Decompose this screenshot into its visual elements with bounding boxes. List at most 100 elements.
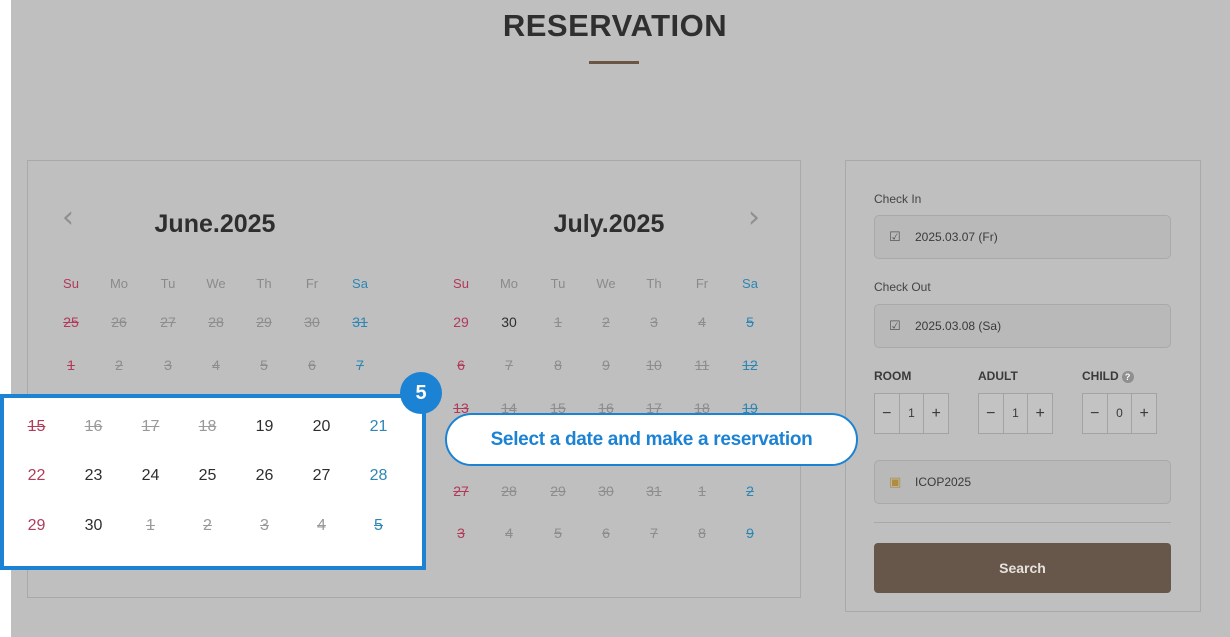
promo-code-value: ICOP2025 (915, 475, 972, 489)
calendar-day: 11 (694, 357, 710, 373)
calendar-day: 17 (141, 418, 160, 435)
calendar-day[interactable]: 21 (350, 418, 407, 436)
child-decrement-button[interactable]: − (1083, 394, 1107, 433)
calendar-day: 30 (598, 483, 614, 499)
calendar-day[interactable]: 26 (236, 467, 293, 485)
calendar-day: 9 (602, 357, 610, 373)
chevron-right-icon[interactable]: › (748, 203, 760, 233)
calendar-day: 15 (27, 418, 46, 435)
adult-increment-button[interactable]: + (1028, 394, 1052, 433)
month-title-july: July.2025 (553, 210, 665, 238)
calendar-day[interactable]: 22 (8, 467, 65, 485)
calendar-day: 29 (550, 483, 566, 499)
weekday-header: Mo (499, 276, 519, 291)
calendar-day[interactable]: 19 (236, 418, 293, 436)
calendar-day: 4 (212, 357, 220, 373)
weekday-header: Th (646, 276, 662, 291)
title-underline (589, 61, 639, 64)
calendar-day: 5 (746, 314, 754, 330)
room-increment-button[interactable]: + (924, 394, 948, 433)
calendar-day[interactable]: 30 (65, 517, 122, 535)
calendar-day: 2 (203, 517, 212, 534)
calendar-day: 3 (164, 357, 172, 373)
calendar-day: 26 (111, 314, 127, 330)
calendar-day[interactable]: 20 (293, 418, 350, 436)
check-in-field[interactable]: ☑ 2025.03.07 (Fr) (874, 215, 1171, 259)
calendar-day: 27 (453, 483, 469, 499)
calendar-day: 31 (646, 483, 662, 499)
weekday-header: Sa (352, 276, 368, 291)
instruction-callout: Select a date and make a reservation (445, 413, 858, 466)
adult-value: 1 (1002, 394, 1029, 433)
calendar-day[interactable]: 28 (350, 467, 407, 485)
calendar-day: 3 (650, 314, 658, 330)
chevron-left-icon[interactable]: ‹ (62, 203, 74, 233)
promo-code-field[interactable]: ▣ ICOP2025 (874, 460, 1171, 504)
calendar-day: 3 (457, 525, 465, 541)
calendar-day: 6 (602, 525, 610, 541)
weekday-header: Mo (109, 276, 129, 291)
calendar-day: 6 (457, 357, 465, 373)
calendar-day: 7 (505, 357, 513, 373)
check-out-field[interactable]: ☑ 2025.03.08 (Sa) (874, 304, 1171, 348)
calendar-day[interactable]: 30 (485, 314, 533, 330)
calendar-icon: ☑ (889, 318, 901, 333)
adult-decrement-button[interactable]: − (979, 394, 1003, 433)
calendar-day: 5 (374, 517, 383, 534)
calendar-day: 5 (260, 357, 268, 373)
ticket-icon: ▣ (889, 474, 902, 489)
calendar-day: 29 (256, 314, 272, 330)
calendar-day: 7 (650, 525, 658, 541)
calendar-day: 1 (554, 314, 562, 330)
room-label: ROOM (874, 369, 912, 383)
weekday-header: Fr (305, 276, 319, 291)
adult-label: ADULT (978, 369, 1018, 383)
calendar-day: 12 (742, 357, 758, 373)
calendar-day: 8 (554, 357, 562, 373)
weekday-header: Th (256, 276, 272, 291)
calendar-day: 3 (260, 517, 269, 534)
calendar-day[interactable]: 29 (437, 314, 485, 330)
calendar-day: 1 (146, 517, 155, 534)
calendar-day[interactable]: 29 (8, 517, 65, 535)
step-badge: 5 (400, 372, 442, 414)
check-in-value: 2025.03.07 (Fr) (915, 230, 998, 244)
weekday-header: We (206, 276, 226, 291)
calendar-day: 7 (356, 357, 364, 373)
child-value: 0 (1106, 394, 1133, 433)
child-increment-button[interactable]: + (1132, 394, 1156, 433)
child-label-text: CHILD (1082, 369, 1119, 383)
room-stepper: − 1 + (874, 393, 949, 434)
page-title: RESERVATION (502, 8, 728, 43)
calendar-day: 30 (304, 314, 320, 330)
calendar-day: 4 (698, 314, 706, 330)
calendar-day: 1 (67, 357, 75, 373)
check-out-label: Check Out (874, 280, 931, 294)
calendar-day: 28 (501, 483, 517, 499)
calendar-day: 27 (160, 314, 176, 330)
calendar-day: 2 (602, 314, 610, 330)
weekday-header: Su (453, 276, 469, 291)
calendar-icon: ☑ (889, 229, 901, 244)
calendar-day: 8 (698, 525, 706, 541)
calendar-day[interactable]: 25 (179, 467, 236, 485)
adult-stepper: − 1 + (978, 393, 1053, 434)
help-icon[interactable]: ? (1121, 371, 1134, 383)
calendar-day[interactable]: 27 (293, 467, 350, 485)
calendar-day: 2 (115, 357, 123, 373)
search-button[interactable]: Search (874, 543, 1171, 593)
calendar-day: 4 (317, 517, 326, 534)
weekday-header: Tu (160, 276, 176, 291)
calendar-day: 18 (198, 418, 217, 435)
calendar-day: 1 (698, 483, 706, 499)
room-decrement-button[interactable]: − (875, 394, 899, 433)
weekday-header: We (596, 276, 616, 291)
calendar-day: 9 (746, 525, 754, 541)
room-value: 1 (898, 394, 925, 433)
calendar-day: 16 (84, 418, 103, 435)
calendar-day[interactable]: 23 (65, 467, 122, 485)
child-stepper: − 0 + (1082, 393, 1157, 434)
calendar-day[interactable]: 24 (122, 467, 179, 485)
child-label: CHILD? (1082, 369, 1134, 383)
weekday-header: Sa (742, 276, 758, 291)
